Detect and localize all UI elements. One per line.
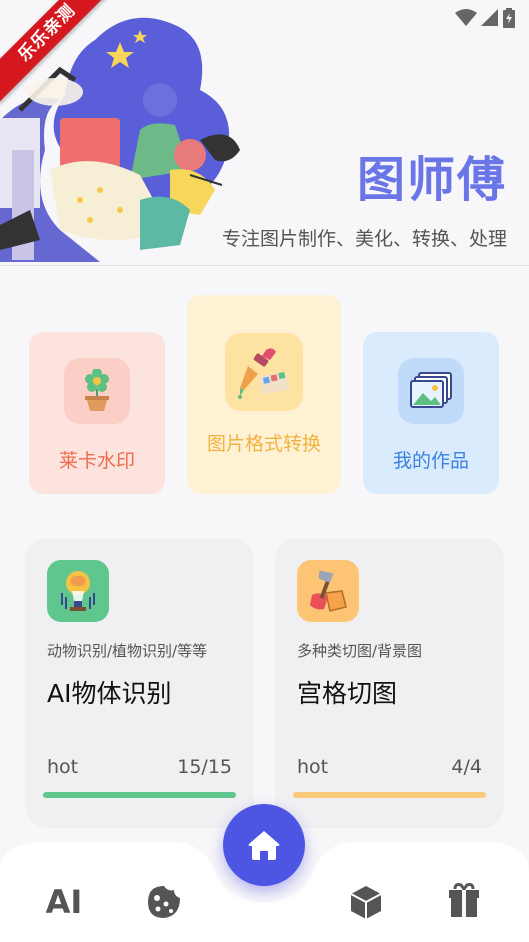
nav-item-ai[interactable]: AI (38, 880, 90, 924)
feature-card-ai-recognition[interactable]: 动物识别/植物识别/等等 AI物体识别 hot 15/15 (25, 538, 254, 828)
feature-icon-box (47, 560, 109, 622)
tool-label: 我的作品 (392, 450, 469, 472)
feature-count: 15/15 (177, 756, 232, 778)
cookie-icon (148, 886, 180, 918)
feature-count: 4/4 (451, 756, 482, 778)
feature-title: AI物体识别 (47, 679, 172, 708)
tool-icon-box (398, 358, 464, 424)
home-icon (248, 831, 280, 860)
axe-crate-icon (310, 570, 347, 612)
header: 图师傅 专注图片制作、美化、转换、处理 (0, 0, 529, 266)
nav-item-gift[interactable] (440, 876, 488, 924)
feature-title: 宫格切图 (297, 679, 398, 708)
color-dropper-icon (238, 348, 290, 399)
gift-icon (449, 883, 479, 917)
tool-icon-box (225, 333, 303, 411)
tool-label: 图片格式转换 (206, 433, 321, 455)
home-button[interactable] (223, 804, 305, 886)
ai-text-icon: AI (45, 883, 83, 921)
progress-bar (293, 792, 486, 798)
progress-track (43, 792, 236, 798)
gallery-icon (410, 372, 452, 408)
nav-item-cookie[interactable] (140, 880, 188, 924)
tool-label: 莱卡水印 (58, 450, 135, 472)
tool-card-leica-watermark[interactable]: 莱卡水印 (29, 332, 165, 494)
tool-card-my-works[interactable]: 我的作品 (363, 332, 499, 494)
flower-pot-icon (85, 369, 109, 411)
lightbulb-brain-icon (61, 571, 95, 611)
app-subtitle: 专注图片制作、美化、转换、处理 (221, 228, 507, 250)
tool-card-image-format-convert[interactable]: 图片格式转换 (187, 295, 341, 494)
cube-icon (350, 886, 382, 919)
nav-item-cube[interactable] (342, 880, 390, 924)
feature-card-grid-slice[interactable]: 多种类切图/背景图 宫格切图 hot 4/4 (275, 538, 504, 828)
progress-bar (43, 792, 236, 798)
app-title: 图师傅 (356, 152, 507, 208)
feature-tag: hot (47, 756, 79, 778)
tool-icon-box (64, 358, 130, 424)
feature-tag: hot (297, 756, 329, 778)
feature-icon-box (297, 560, 359, 622)
progress-track (293, 792, 486, 798)
feature-description: 动物识别/植物识别/等等 (47, 642, 208, 660)
feature-description: 多种类切图/背景图 (297, 642, 423, 660)
